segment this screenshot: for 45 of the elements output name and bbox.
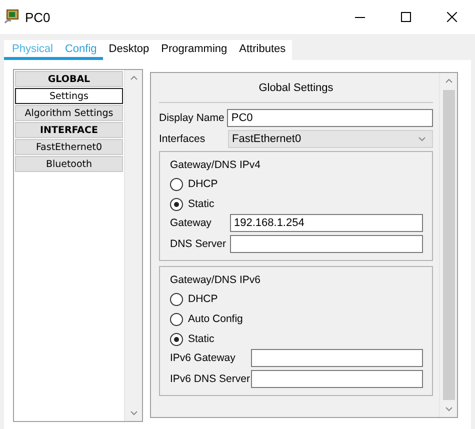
scroll-down-icon[interactable] (444, 407, 452, 412)
tab[interactable]: Desktop (102, 40, 156, 60)
tab[interactable]: Attributes (233, 40, 292, 60)
tab[interactable]: Programming (155, 40, 234, 60)
sidebar-item[interactable]: FastEthernet0 (15, 139, 123, 155)
maximize-icon (401, 12, 411, 22)
scrollbar[interactable] (439, 73, 457, 417)
sidebar-header[interactable]: INTERFACE (15, 122, 123, 138)
field-label: IPv6 Gateway (170, 352, 236, 364)
text-field[interactable] (251, 370, 423, 388)
group-title: Gateway/DNS IPv4 (170, 159, 262, 171)
scroll-up-icon[interactable] (130, 75, 138, 80)
close-icon (447, 12, 457, 22)
scroll-up-icon[interactable] (444, 78, 452, 83)
computer-icon (4, 9, 20, 25)
sidebar-item[interactable]: Algorithm Settings (15, 105, 123, 121)
field-label: Display Name (159, 112, 224, 124)
display-name-field[interactable]: PC0 (227, 109, 433, 127)
radio-button[interactable] (170, 332, 183, 346)
sidebar-header[interactable]: GLOBAL (15, 71, 123, 87)
field-label: DNS Server (170, 238, 227, 250)
radio-label: Static (188, 333, 214, 345)
field-label: Interfaces (159, 133, 206, 145)
scroll-down-icon[interactable] (130, 411, 138, 416)
radio-button[interactable] (170, 292, 183, 306)
radio-label: DHCP (188, 178, 218, 190)
chevron-down-icon (418, 136, 426, 142)
sidebar-item[interactable]: Settings (15, 88, 123, 104)
text-field[interactable] (230, 235, 423, 253)
scrollbar[interactable] (124, 70, 142, 421)
text-field[interactable]: 192.168.1.254 (230, 214, 423, 232)
radio-label: DHCP (188, 293, 218, 305)
interfaces-dropdown[interactable]: FastEthernet0 (228, 130, 433, 148)
window-title: PC0 (25, 10, 52, 24)
field-label: Gateway (170, 217, 212, 229)
radio-label: Auto Config (188, 313, 243, 325)
group-title: Gateway/DNS IPv6 (170, 274, 262, 286)
radio-button[interactable] (170, 178, 183, 190)
sidebar-item[interactable]: Bluetooth (15, 156, 123, 172)
field-label: IPv6 DNS Server (170, 373, 248, 385)
radio-label: Static (188, 198, 214, 210)
radio-button[interactable] (170, 198, 183, 210)
text-field[interactable] (251, 349, 423, 367)
panel-title: Global Settings (159, 73, 433, 103)
radio-button[interactable] (170, 312, 183, 326)
